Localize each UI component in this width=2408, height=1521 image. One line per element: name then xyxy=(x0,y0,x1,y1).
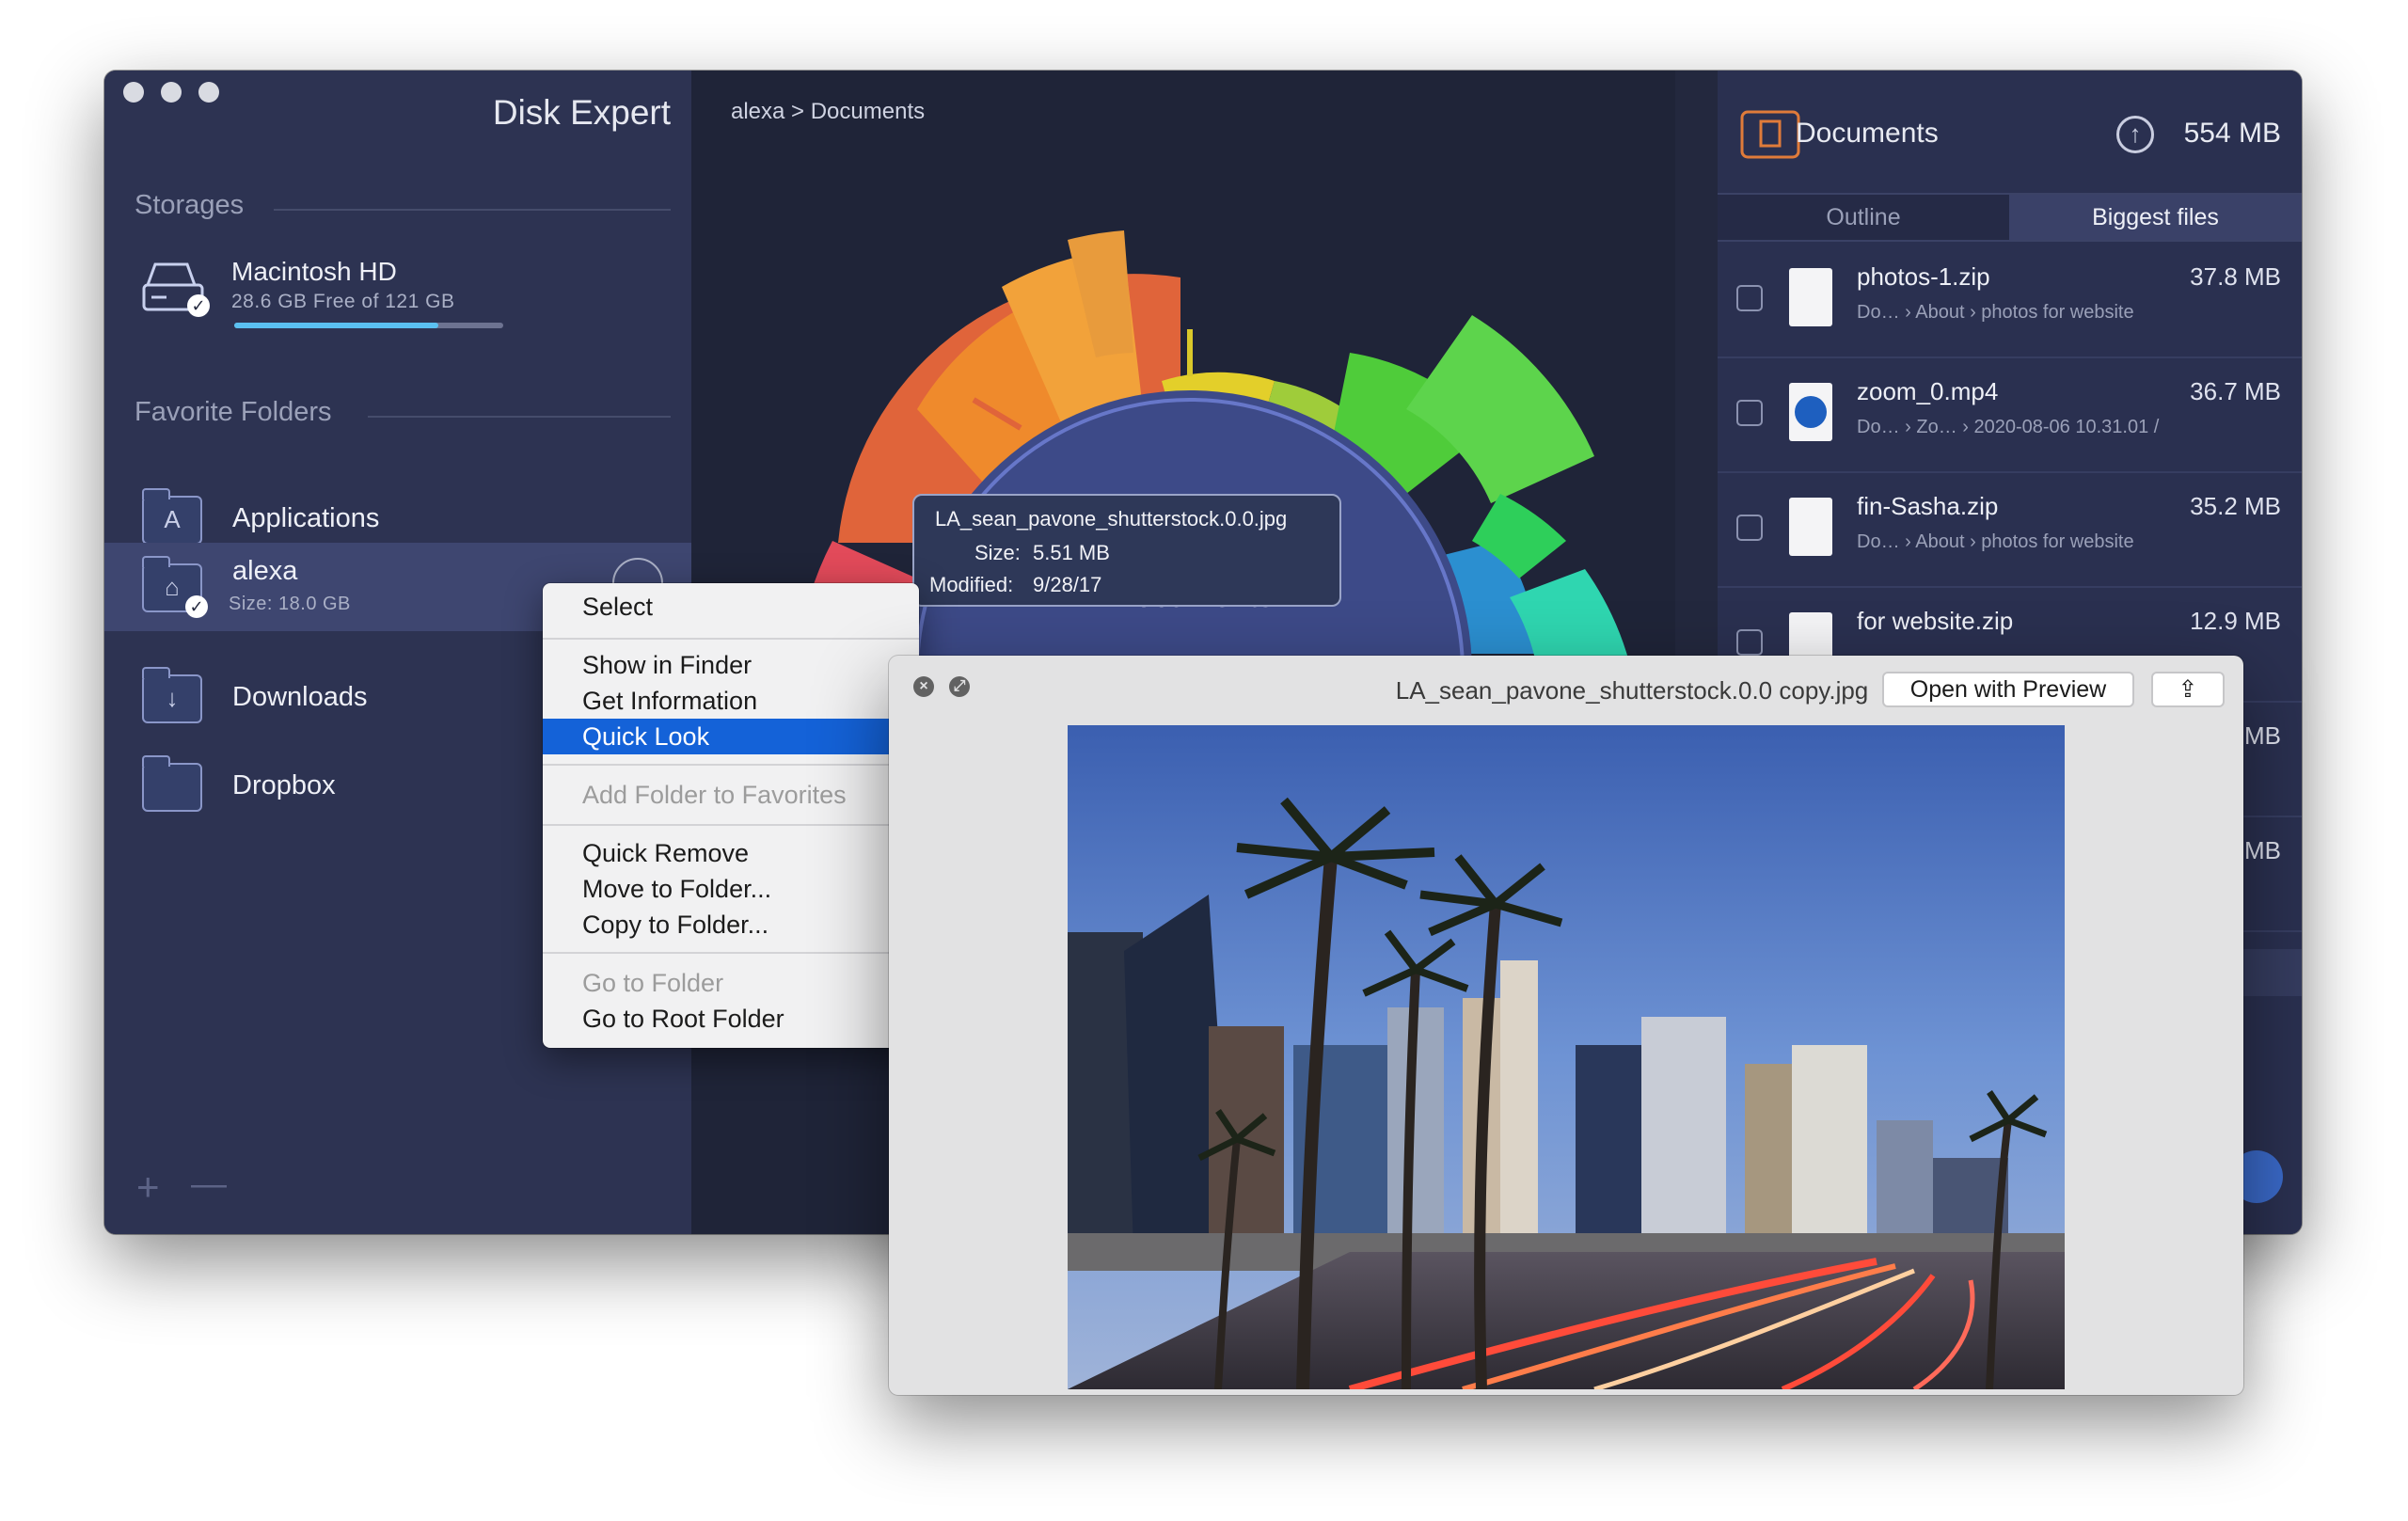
menu-item-get-information[interactable]: Get Information xyxy=(543,683,919,719)
file-row[interactable]: photos-1.zip 37.8 MB Do… › About › photo… xyxy=(1718,242,2302,358)
favorites-divider xyxy=(368,416,671,418)
file-name: for website.zip xyxy=(1857,607,2014,635)
storages-heading: Storages xyxy=(135,190,245,220)
file-size: 12.9 MB xyxy=(2190,607,2281,635)
share-icon[interactable]: ⇪ xyxy=(2151,672,2225,707)
remove-favorite-button[interactable]: — xyxy=(191,1165,227,1205)
panel-folder-size: 554 MB xyxy=(2183,118,2281,149)
menu-item-go-to-root-folder[interactable]: Go to Root Folder xyxy=(543,1001,919,1037)
menu-separator xyxy=(543,824,919,826)
menu-item-show-in-finder[interactable]: Show in Finder xyxy=(543,647,919,683)
menu-item-quick-remove[interactable]: Quick Remove xyxy=(543,835,919,871)
sidebar-item-label: Dropbox xyxy=(232,770,336,800)
sunburst-segment[interactable] xyxy=(1406,315,1594,503)
file-name: fin-Sasha.zip xyxy=(1857,492,1999,520)
file-checkbox[interactable] xyxy=(1736,629,1763,656)
tooltip-size-label: Size: xyxy=(974,541,1021,564)
go-up-icon[interactable]: ↑ xyxy=(2116,116,2154,153)
favorites-heading: Favorite Folders xyxy=(135,397,332,427)
tooltip-size-value: 5.51 MB xyxy=(1033,541,1110,564)
context-menu: Select Show in Finder Get Information Qu… xyxy=(543,583,919,1048)
menu-item-go-to-folder[interactable]: Go to Folder xyxy=(543,965,919,1001)
minimize-window-button[interactable] xyxy=(161,82,182,103)
file-size: MB xyxy=(2244,836,2281,864)
file-size: 36.7 MB xyxy=(2190,377,2281,405)
tab-biggest-files[interactable]: Biggest files xyxy=(2009,195,2302,240)
storages-divider xyxy=(274,209,671,211)
close-window-button[interactable] xyxy=(123,82,144,103)
menu-item-select[interactable]: Select xyxy=(543,589,919,625)
menu-item-move-to-folder[interactable]: Move to Folder... xyxy=(543,871,919,907)
sidebar-item-label: Downloads xyxy=(232,682,368,712)
file-row[interactable]: zoom_0.mp4 36.7 MB Do… › Zo… › 2020-08-0… xyxy=(1718,356,2302,473)
file-name: zoom_0.mp4 xyxy=(1857,377,1999,405)
zip-file-icon xyxy=(1789,498,1832,556)
sidebar-item-label: alexa xyxy=(232,556,298,586)
sidebar-item-label: Applications xyxy=(232,503,380,533)
menu-separator xyxy=(543,638,919,640)
downloads-folder-icon: ↓ xyxy=(142,667,202,723)
app-title: Disk Expert xyxy=(492,93,671,132)
zip-file-icon xyxy=(1789,268,1832,326)
verified-check-icon: ✓ xyxy=(185,595,208,618)
apps-folder-icon: A xyxy=(142,488,202,545)
file-checkbox[interactable] xyxy=(1736,515,1763,541)
file-path: Do… › About › photos for website xyxy=(1857,531,2134,552)
menu-item-quick-look[interactable]: Quick Look xyxy=(543,719,919,754)
file-size: 37.8 MB xyxy=(2190,262,2281,291)
panel-tabs: Outline Biggest files xyxy=(1718,193,2302,242)
file-path: Do… › Zo… › 2020-08-06 10.31.01 / xyxy=(1857,417,2160,437)
file-checkbox[interactable] xyxy=(1736,400,1763,426)
storage-progress-fill xyxy=(234,323,439,328)
file-size: MB xyxy=(2244,721,2281,750)
tab-outline[interactable]: Outline xyxy=(1718,195,2009,240)
file-size: 35.2 MB xyxy=(2190,492,2281,520)
file-name: photos-1.zip xyxy=(1857,262,1990,291)
menu-separator xyxy=(543,764,919,766)
folder-icon xyxy=(142,755,202,812)
file-checkbox[interactable] xyxy=(1736,285,1763,311)
storage-progress-track xyxy=(234,323,503,328)
menu-separator xyxy=(543,952,919,954)
tooltip-modified-label: Modified: xyxy=(929,573,1014,596)
storage-item-macintosh-hd[interactable]: ✓ Macintosh HD 28.6 GB Free of 121 GB xyxy=(104,249,691,343)
menu-item-add-folder-to-favorites[interactable]: Add Folder to Favorites xyxy=(543,777,919,813)
storage-detail: 28.6 GB Free of 121 GB xyxy=(231,291,455,312)
segment-tooltip: LA_sean_pavone_shutterstock.0.0.jpg Size… xyxy=(912,494,1341,607)
panel-folder-name: Documents xyxy=(1796,118,1939,149)
open-with-preview-button[interactable]: Open with Preview xyxy=(1882,672,2134,707)
add-favorite-button[interactable]: + xyxy=(136,1165,160,1210)
video-file-icon xyxy=(1789,383,1832,441)
sidebar-item-size: Size: 18.0 GB xyxy=(229,594,351,614)
menu-item-copy-to-folder[interactable]: Copy to Folder... xyxy=(543,907,919,943)
tooltip-modified-value: 9/28/17 xyxy=(1033,573,1102,596)
file-path: Do… › About › photos for website xyxy=(1857,302,2134,323)
file-row[interactable]: fin-Sasha.zip 35.2 MB Do… › About › phot… xyxy=(1718,471,2302,588)
preview-photo xyxy=(1068,725,2065,1389)
documents-folder-icon xyxy=(1740,110,1800,159)
quick-look-window: × ⤢ LA_sean_pavone_shutterstock.0.0 copy… xyxy=(889,656,2243,1395)
storage-name: Macintosh HD xyxy=(231,257,397,286)
tooltip-filename: LA_sean_pavone_shutterstock.0.0.jpg xyxy=(935,507,1288,531)
verified-check-icon: ✓ xyxy=(187,294,210,317)
zoom-window-button[interactable] xyxy=(198,82,219,103)
